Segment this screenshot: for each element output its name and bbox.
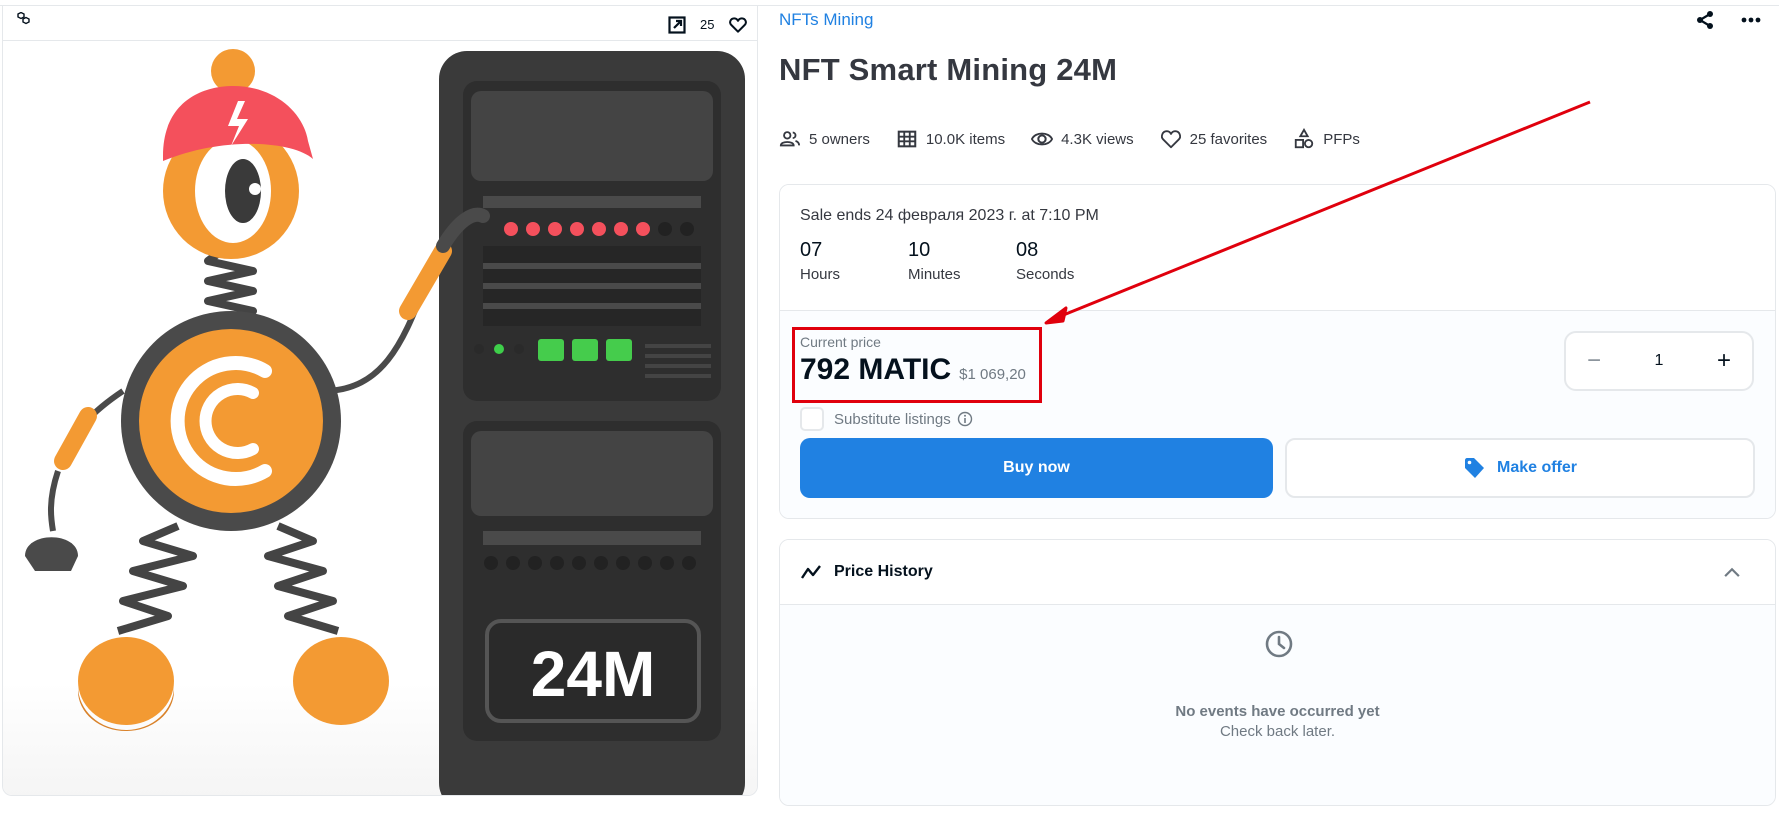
stat-owners[interactable]: 5 owners <box>779 128 870 150</box>
media-card: 25 24M <box>2 6 758 796</box>
purchase-section: Current price 792 MATIC $1 069,20 Substi… <box>780 311 1775 518</box>
buy-now-label: Buy now <box>1003 459 1070 476</box>
trend-line-icon <box>801 565 821 579</box>
quantity-increase-button[interactable]: + <box>1712 347 1736 374</box>
empty-state-title: No events have occurred yet <box>1175 703 1380 720</box>
stat-views: 4.3K views <box>1031 128 1134 150</box>
countdown-seconds-value: 08 <box>1016 239 1039 261</box>
price-value: 792 MATIC <box>800 353 952 386</box>
current-price-label: Current price <box>800 334 881 350</box>
substitute-listings: Substitute listings <box>800 407 973 431</box>
quantity-decrease-button[interactable]: − <box>1582 347 1606 374</box>
price-usd: $1 069,20 <box>959 366 1026 383</box>
stat-owners-label: 5 owners <box>809 130 870 148</box>
red-leds <box>504 222 694 236</box>
countdown-hours-value: 07 <box>800 239 823 261</box>
countdown-seconds-label: Seconds <box>1016 266 1075 283</box>
countdown-seconds: 08 Seconds <box>1016 239 1124 283</box>
countdown-minutes: 10 Minutes <box>908 239 1016 283</box>
favorite-heart-icon[interactable] <box>728 15 748 35</box>
buy-now-button[interactable]: Buy now <box>800 438 1273 498</box>
countdown-hours: 07 Hours <box>800 239 908 283</box>
price-history-header[interactable]: Price History <box>780 540 1775 605</box>
nft-artwork[interactable]: 24M <box>3 41 758 796</box>
more-options-icon[interactable] <box>1740 12 1762 28</box>
price-row: 792 MATIC $1 069,20 <box>800 353 1026 387</box>
sale-timer-section: Sale ends 24 февраля 2023 г. at 7:10 PM … <box>780 185 1775 311</box>
item-title: NFT Smart Mining 24M <box>779 52 1118 87</box>
stat-items-label: 10.0K items <box>925 130 1006 148</box>
info-icon[interactable] <box>957 411 973 427</box>
stat-favorites[interactable]: 25 favorites <box>1160 128 1268 150</box>
price-history-empty-state: No events have occurred yet Check back l… <box>780 605 1775 805</box>
stat-favorites-label: 25 favorites <box>1189 130 1268 148</box>
countdown: 07 Hours 10 Minutes 08 Seconds <box>800 239 1755 283</box>
item-stats: 5 owners 10.0K items 4.3K views 25 favor… <box>779 128 1386 150</box>
stat-views-label: 4.3K views <box>1061 130 1134 148</box>
price-history-title: Price History <box>834 563 933 580</box>
stat-category[interactable]: PFPs <box>1293 128 1360 150</box>
countdown-minutes-label: Minutes <box>908 266 961 283</box>
quantity-stepper: − 1 + <box>1564 331 1754 391</box>
grid-icon <box>897 130 917 148</box>
media-header: 25 <box>3 6 757 41</box>
quantity-value[interactable]: 1 <box>1655 352 1664 370</box>
substitute-listings-label: Substitute listings <box>834 410 951 428</box>
tag-icon <box>1464 458 1484 478</box>
shapes-icon <box>1295 128 1314 149</box>
share-icon[interactable] <box>1695 10 1715 30</box>
sale-card: Sale ends 24 февраля 2023 г. at 7:10 PM … <box>779 184 1776 519</box>
eye-icon <box>1031 132 1054 146</box>
stat-category-label: PFPs <box>1323 130 1360 148</box>
favorites-count: 25 <box>700 17 715 32</box>
empty-state-subtitle: Check back later. <box>1219 723 1336 740</box>
make-offer-label: Make offer <box>1496 459 1578 476</box>
polygon-chain-icon <box>17 12 30 25</box>
clock-icon <box>1265 630 1293 658</box>
countdown-hours-label: Hours <box>800 266 841 283</box>
countdown-minutes-value: 10 <box>908 239 931 261</box>
sale-ends-text: Sale ends 24 февраля 2023 г. at 7:10 PM <box>800 207 1099 224</box>
chevron-up-icon[interactable] <box>1721 561 1743 583</box>
heart-icon <box>1160 130 1181 149</box>
stat-items: 10.0K items <box>896 128 1005 150</box>
external-link-icon[interactable] <box>668 16 686 34</box>
collection-link[interactable]: NFTs Mining <box>779 10 873 30</box>
rack-label: 24M <box>531 638 656 710</box>
substitute-listings-checkbox[interactable] <box>800 407 824 431</box>
make-offer-button[interactable]: Make offer <box>1285 438 1755 498</box>
owners-icon <box>779 131 801 147</box>
price-history-card: Price History No events have occurred ye… <box>779 539 1776 806</box>
